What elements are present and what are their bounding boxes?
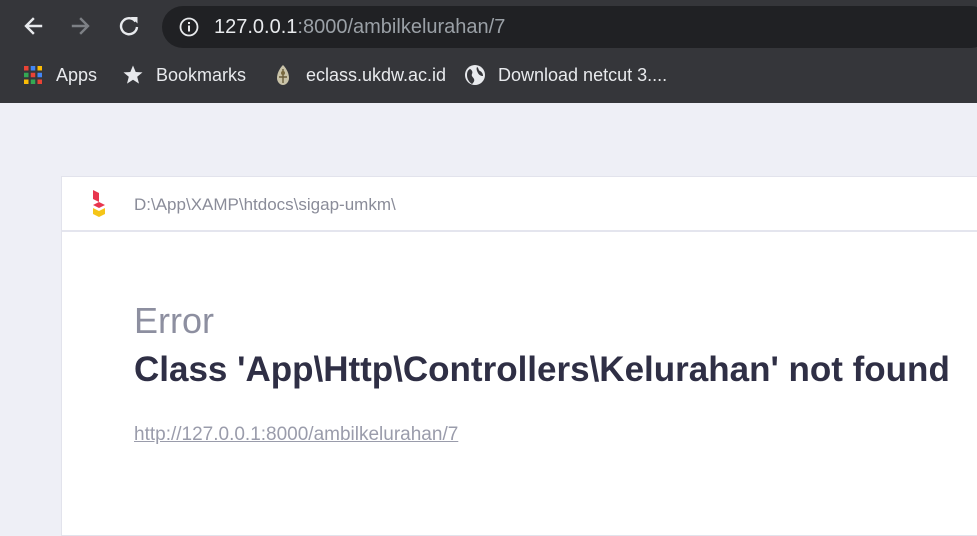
error-card-header: D:\App\XAMP\htdocs\sigap-umkm\ — [62, 177, 977, 232]
arrow-left-icon — [24, 17, 43, 35]
url-host: 127.0.0.1 — [214, 16, 298, 38]
bookmark-apps[interactable]: Apps — [22, 55, 97, 95]
bookmark-label: eclass.ukdw.ac.id — [306, 64, 447, 85]
bookmark-label: Bookmarks — [156, 64, 247, 85]
eclass-favicon — [272, 64, 294, 86]
bookmark-label: Download netcut 3.... — [498, 64, 668, 85]
url-path: :8000/ambilkelurahan/7 — [297, 16, 506, 38]
address-bar[interactable]: 127.0.0.1:8000/ambilkelurahan/7 — [162, 6, 977, 48]
forward-button[interactable] — [65, 10, 97, 42]
bookmark-netcut[interactable]: Download netcut 3.... — [464, 55, 667, 95]
error-message: Class 'App\Http\Controllers\Kelurahan' n… — [134, 350, 950, 389]
bookmark-eclass[interactable]: eclass.ukdw.ac.id — [272, 55, 446, 95]
arrow-right-icon — [71, 17, 90, 35]
ignition-logo-icon — [93, 190, 105, 217]
browser-toolbar: 127.0.0.1:8000/ambilkelurahan/7 — [0, 0, 977, 55]
bookmark-label: Apps — [56, 64, 98, 85]
reload-button[interactable] — [113, 10, 145, 42]
bookmark-bookmarks-folder[interactable]: Bookmarks — [122, 55, 246, 95]
error-card: D:\App\XAMP\htdocs\sigap-umkm\ Error Cla… — [61, 176, 977, 536]
bookmarks-bar: Apps Bookmarks eclass.ukdw.ac.id Downloa… — [0, 55, 977, 103]
error-url-link[interactable]: http://127.0.0.1:8000/ambilkelurahan/7 — [134, 424, 458, 446]
star-icon — [122, 64, 144, 86]
url-text[interactable]: 127.0.0.1:8000/ambilkelurahan/7 — [214, 6, 505, 48]
error-label: Error — [134, 300, 214, 341]
globe-icon — [464, 64, 486, 86]
project-path: D:\App\XAMP\htdocs\sigap-umkm\ — [134, 195, 396, 214]
reload-icon — [119, 17, 139, 36]
back-button[interactable] — [17, 10, 49, 42]
apps-grid-icon — [22, 64, 44, 86]
page-content: D:\App\XAMP\htdocs\sigap-umkm\ Error Cla… — [0, 103, 977, 536]
info-icon[interactable] — [179, 17, 199, 37]
